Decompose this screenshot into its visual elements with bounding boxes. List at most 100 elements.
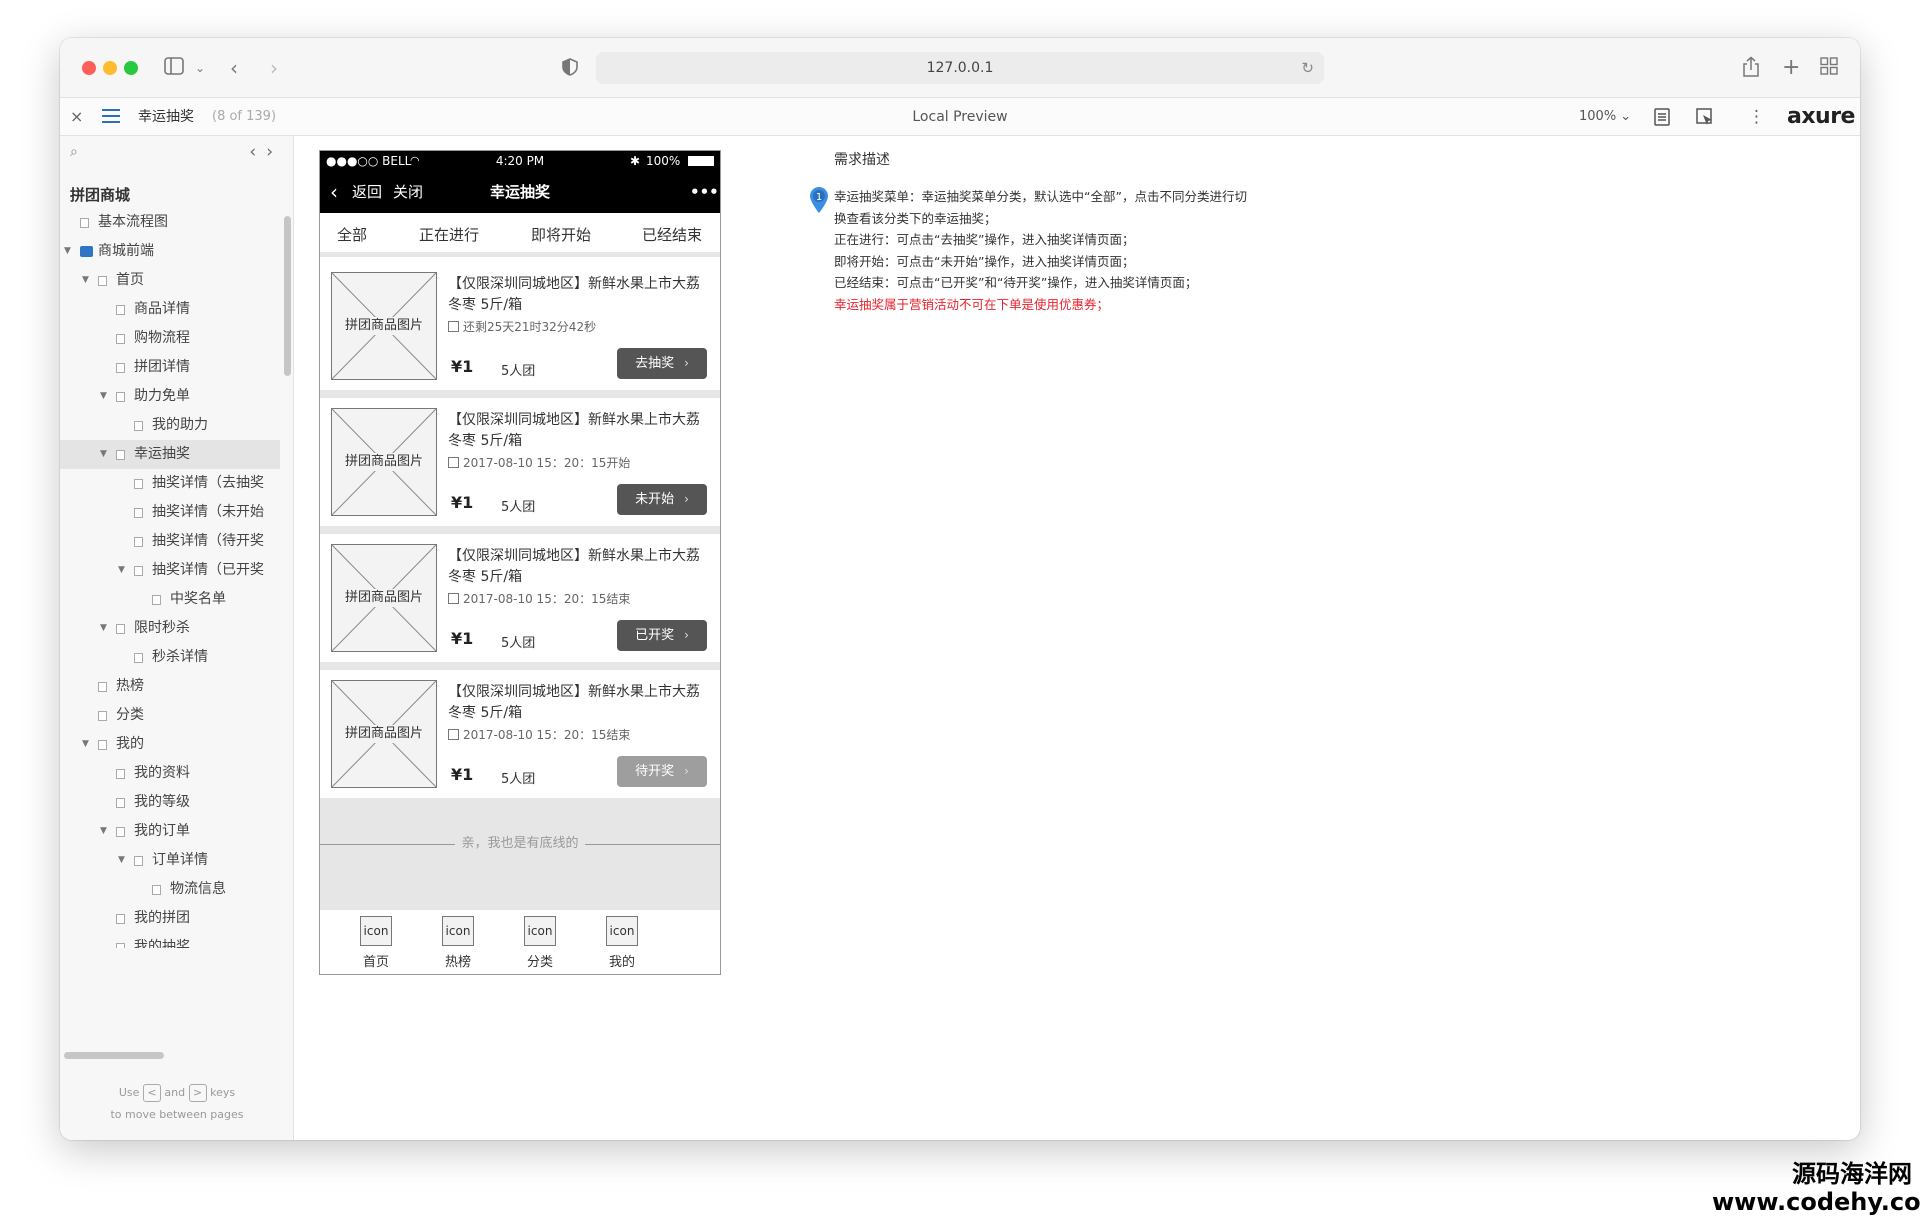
button-label: 已开奖 xyxy=(635,628,675,643)
lottery-action-button[interactable]: 未开始 › xyxy=(617,484,707,515)
tree-item[interactable]: 抽奖详情（去抽奖 xyxy=(60,469,280,498)
tree-item[interactable]: ▼ 抽奖详情（已开奖 xyxy=(60,556,280,585)
team-size: 5人团 xyxy=(501,636,536,651)
note-warning-line: 幸运抽奖属于营销活动不可在下单是使用优惠券； xyxy=(834,296,1110,312)
tree-item[interactable]: 分类 xyxy=(60,701,280,730)
lottery-card[interactable]: 拼团商品图片 【仅限深圳同城地区】新鲜水果上市大荔冬枣 5斤/箱 还剩25天21时3… xyxy=(320,262,720,398)
expand-arrow-icon[interactable]: ▼ xyxy=(100,440,107,469)
chevron-right-icon: › xyxy=(684,492,689,506)
tree-item[interactable]: 商品详情 xyxy=(60,295,280,324)
expand-arrow-icon[interactable]: ▼ xyxy=(118,846,125,875)
tree-item-label: 抽奖详情（去抽奖 xyxy=(152,475,264,491)
tree-item[interactable]: 抽奖详情（待开奖 xyxy=(60,527,280,556)
back-arrow-icon[interactable]: ‹ xyxy=(230,56,238,80)
zoom-select[interactable]: 100% ⌄ xyxy=(1579,98,1631,136)
tabbar-icon: icon xyxy=(442,916,474,946)
tree-item[interactable]: 基本流程图 xyxy=(60,208,280,237)
new-tab-icon[interactable]: + xyxy=(1782,56,1800,80)
lottery-action-button[interactable]: 去抽奖 › xyxy=(617,348,707,379)
horizontal-scrollbar[interactable] xyxy=(64,1052,164,1059)
sidebar-toggle-icon[interactable] xyxy=(164,56,184,80)
lottery-action-button[interactable]: 已开奖 › xyxy=(617,620,707,651)
minimize-window-button[interactable] xyxy=(103,61,117,75)
lottery-card[interactable]: 拼团商品图片 【仅限深圳同城地区】新鲜水果上市大荔冬枣 5斤/箱 2017-08-1… xyxy=(320,670,720,806)
shield-icon[interactable] xyxy=(562,57,578,81)
lottery-card[interactable]: 拼团商品图片 【仅限深圳同城地区】新鲜水果上市大荔冬枣 5斤/箱 2017-08-1… xyxy=(320,398,720,534)
expand-arrow-icon[interactable]: ▼ xyxy=(100,614,107,643)
more-options-icon[interactable]: ⋮ xyxy=(1748,98,1765,136)
forward-arrow-icon[interactable]: › xyxy=(270,56,278,80)
tree-item[interactable]: ▼ 幸运抽奖 xyxy=(60,440,280,469)
tree-item[interactable]: 热榜 xyxy=(60,672,280,701)
tree-item[interactable]: ▼ 助力免单 xyxy=(60,382,280,411)
tree-item[interactable]: 我的资料 xyxy=(60,759,280,788)
notes-panel-icon[interactable] xyxy=(1654,98,1670,136)
hint-line-2: to move between pages xyxy=(110,1108,244,1121)
tree-item[interactable]: 物流信息 xyxy=(60,875,280,904)
chevron-right-icon: › xyxy=(684,764,689,778)
page-count: (8 of 139) xyxy=(212,109,277,124)
lottery-card[interactable]: 拼团商品图片 【仅限深圳同城地区】新鲜水果上市大荔冬枣 5斤/箱 2017-08-1… xyxy=(320,534,720,670)
tree-item[interactable]: 中奖名单 xyxy=(60,585,280,614)
tabbar-item[interactable]: icon 我的 xyxy=(592,916,652,970)
page-icon xyxy=(134,479,143,489)
tree-item[interactable]: ▼ 订单详情 xyxy=(60,846,280,875)
tree-item[interactable]: ▼ 我的 xyxy=(60,730,280,759)
list-end-text: 亲，我也是有底线的 xyxy=(320,834,720,854)
list-end-label: 亲，我也是有底线的 xyxy=(455,836,585,851)
current-page-name: 幸运抽奖 xyxy=(138,109,194,125)
tree-item[interactable]: 我的助力 xyxy=(60,411,280,440)
tree-item[interactable]: ▼ 商城前端 xyxy=(60,237,280,266)
tabbar-item[interactable]: icon 热榜 xyxy=(428,916,488,970)
tree-item[interactable]: 购物流程 xyxy=(60,324,280,353)
phone-status-bar: ●●●○○ BELL ◠ 4:20 PM ✱ 100% xyxy=(320,151,720,171)
tree-item[interactable]: 我的等级 xyxy=(60,788,280,817)
tab-overview-icon[interactable] xyxy=(1820,56,1838,80)
tabbar-item[interactable]: icon 分类 xyxy=(510,916,570,970)
tab-ended[interactable]: 已经结束 xyxy=(642,213,702,257)
product-image-placeholder: 拼团商品图片 xyxy=(331,272,437,380)
list-end-area: 亲，我也是有底线的 xyxy=(320,798,720,910)
inspect-icon[interactable] xyxy=(1696,98,1714,136)
page-nav-arrows[interactable]: ‹› xyxy=(249,142,283,162)
note-line: 正在进行：可点击“去抽奖”操作，进入抽奖详情页面； xyxy=(834,232,1135,248)
vertical-scrollbar[interactable] xyxy=(284,216,291,376)
expand-arrow-icon[interactable]: ▼ xyxy=(100,382,107,411)
expand-arrow-icon[interactable]: ▼ xyxy=(118,556,125,585)
product-title: 【仅限深圳同城地区】新鲜水果上市大荔冬枣 5斤/箱 xyxy=(448,684,700,721)
note-marker-icon[interactable]: 1 xyxy=(808,186,830,214)
tabbar-item[interactable]: icon 首页 xyxy=(346,916,406,970)
expand-arrow-icon[interactable]: ▼ xyxy=(82,730,89,759)
tab-ongoing[interactable]: 正在进行 xyxy=(419,213,479,257)
search-icon[interactable]: ⌕ xyxy=(70,144,78,160)
close-icon[interactable]: × xyxy=(70,98,83,136)
menu-icon[interactable] xyxy=(102,109,120,125)
expand-arrow-icon[interactable]: ▼ xyxy=(100,817,107,846)
tree-item[interactable]: ▼ 我的订单 xyxy=(60,817,280,846)
tree-item[interactable]: 拼团详情 xyxy=(60,353,280,382)
page-icon xyxy=(134,421,143,431)
tree-item[interactable]: 秒杀详情 xyxy=(60,643,280,672)
tab-upcoming[interactable]: 即将开始 xyxy=(531,213,591,257)
zoom-window-button[interactable] xyxy=(124,61,138,75)
button-label: 待开奖 xyxy=(635,764,675,779)
page-icon xyxy=(116,798,125,808)
tab-all[interactable]: 全部 xyxy=(337,213,367,257)
image-label: 拼团商品图片 xyxy=(332,453,436,471)
share-icon[interactable] xyxy=(1742,56,1760,83)
page-icon xyxy=(98,276,107,286)
close-window-button[interactable] xyxy=(82,61,96,75)
reload-icon[interactable]: ↻ xyxy=(1301,52,1314,84)
chevron-down-icon[interactable]: ⌄ xyxy=(195,56,205,80)
tree-item[interactable]: ▼ 限时秒杀 xyxy=(60,614,280,643)
expand-arrow-icon[interactable]: ▼ xyxy=(82,266,89,295)
tree-item[interactable]: 抽奖详情（未开始 xyxy=(60,498,280,527)
expand-arrow-icon[interactable]: ▼ xyxy=(64,237,71,266)
tree-item[interactable]: ▼ 首页 xyxy=(60,266,280,295)
clock-icon xyxy=(448,457,459,468)
tree-item[interactable]: 我的拼团 xyxy=(60,904,280,933)
tree-item[interactable]: 我的抽奖 xyxy=(60,933,280,948)
address-bar[interactable]: 127.0.0.1 ↻ xyxy=(596,52,1324,84)
lottery-action-button[interactable]: 待开奖 › xyxy=(617,756,707,787)
more-icon[interactable]: ••• xyxy=(690,171,719,213)
